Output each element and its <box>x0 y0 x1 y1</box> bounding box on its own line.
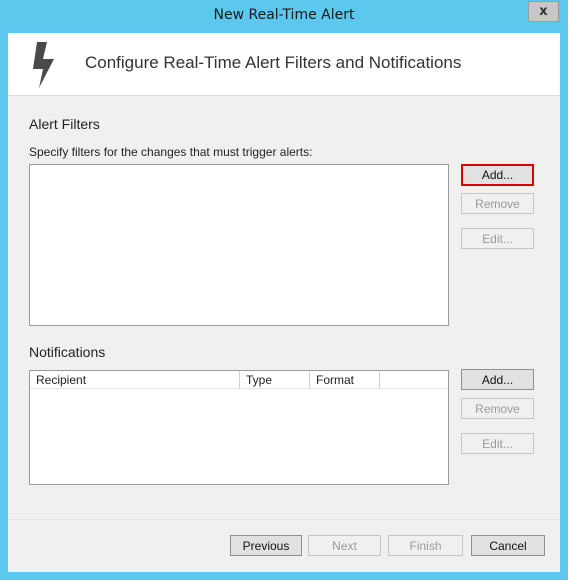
notifications-remove-button[interactable]: Remove <box>461 398 534 419</box>
alert-filters-title: Alert Filters <box>29 116 100 132</box>
wizard-header: Configure Real-Time Alert Filters and No… <box>8 33 560 96</box>
alert-filters-add-button[interactable]: Add... <box>461 164 534 186</box>
column-header-recipient[interactable]: Recipient <box>30 371 240 389</box>
close-icon: x <box>539 4 548 19</box>
title-bar[interactable]: New Real-Time Alert x <box>0 0 568 33</box>
dialog-window: New Real-Time Alert x Configure Real-Tim… <box>0 0 568 580</box>
finish-button[interactable]: Finish <box>388 535 463 556</box>
page-title: Configure Real-Time Alert Filters and No… <box>85 53 462 72</box>
cancel-button[interactable]: Cancel <box>471 535 545 556</box>
dialog-body: Configure Real-Time Alert Filters and No… <box>8 33 560 572</box>
alert-filters-list[interactable] <box>29 164 449 326</box>
column-header-format[interactable]: Format <box>310 371 380 389</box>
alert-filters-instruction: Specify filters for the changes that mus… <box>29 145 313 159</box>
column-header-filler <box>380 371 448 389</box>
window-title: New Real-Time Alert <box>213 7 355 23</box>
lightning-bolt-icon <box>33 42 54 88</box>
notifications-table[interactable]: Recipient Type Format <box>29 370 449 485</box>
alert-filters-remove-button[interactable]: Remove <box>461 193 534 214</box>
footer-divider <box>8 519 560 520</box>
previous-button[interactable]: Previous <box>230 535 302 556</box>
close-button[interactable]: x <box>528 1 559 22</box>
notifications-title: Notifications <box>29 344 106 360</box>
notifications-add-button[interactable]: Add... <box>461 369 534 390</box>
alert-filters-edit-button[interactable]: Edit... <box>461 228 534 249</box>
column-header-type[interactable]: Type <box>240 371 310 389</box>
next-button[interactable]: Next <box>308 535 381 556</box>
notifications-edit-button[interactable]: Edit... <box>461 433 534 454</box>
